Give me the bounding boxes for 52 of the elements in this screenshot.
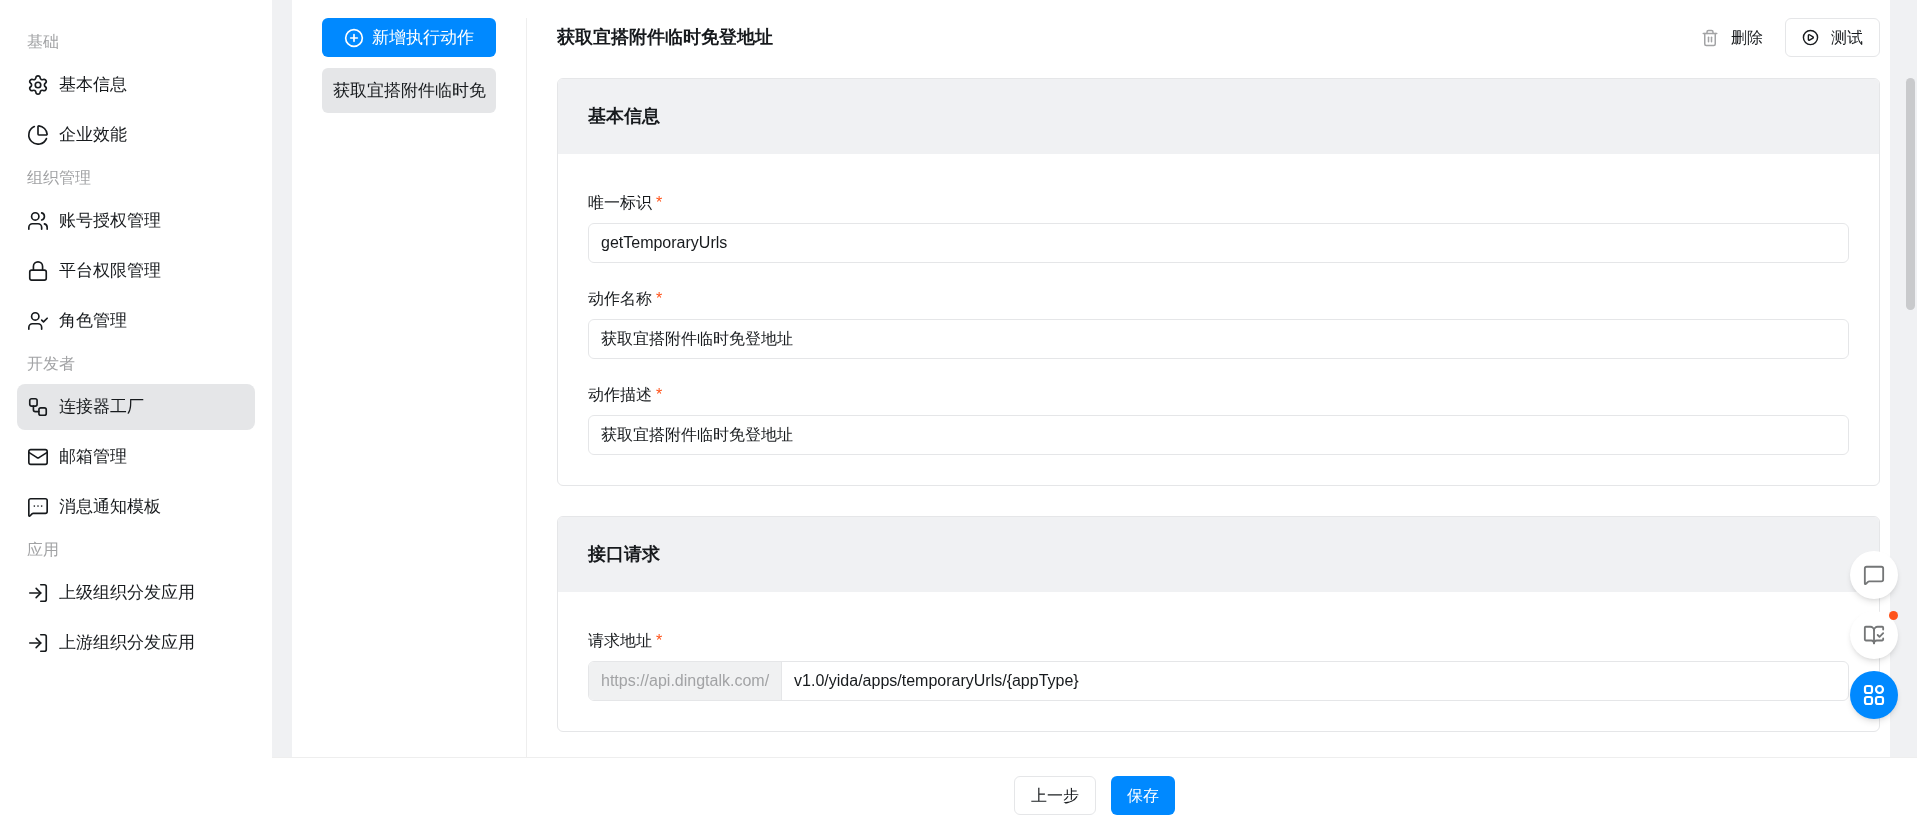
sidebar-item[interactable]: 消息通知模板	[17, 484, 255, 530]
trash-icon	[1701, 28, 1719, 47]
url-prefix: https://api.dingtalk.com/	[589, 662, 783, 700]
input-field[interactable]: v1.0/yida/apps/temporaryUrls/{appType}	[782, 662, 1848, 700]
section-title: 接口请求	[588, 543, 660, 566]
sidebar-item[interactable]: 上级组织分发应用	[17, 570, 255, 616]
sidebar-heading: 基础	[26, 32, 60, 52]
required-mark: *	[656, 193, 663, 213]
field-label: 动作描述	[588, 385, 652, 405]
message-icon	[27, 496, 49, 518]
sidebar-item[interactable]: 企业效能	[17, 112, 255, 158]
chat-icon	[1863, 564, 1885, 586]
sidebar-heading: 组织管理	[26, 168, 92, 188]
sidebar-item[interactable]: 平台权限管理	[17, 248, 255, 294]
sidebar-heading: 开发者	[26, 354, 76, 374]
sidebar-item[interactable]: 账号授权管理	[17, 198, 255, 244]
field-label: 唯一标识	[588, 193, 652, 213]
field-label: 动作名称	[588, 289, 652, 309]
users-icon	[27, 210, 49, 232]
settings-icon	[27, 74, 49, 96]
delete-button[interactable]: 删除	[1701, 25, 1763, 50]
lock-icon	[27, 260, 49, 282]
input-field[interactable]: getTemporaryUrls	[588, 223, 1849, 263]
enter-icon	[27, 582, 49, 604]
action-item[interactable]: 获取宜搭附件临时免	[322, 68, 496, 113]
user-check-icon	[27, 310, 49, 332]
sidebar-item[interactable]: 基本信息	[17, 62, 255, 108]
scrollbar[interactable]	[1906, 78, 1915, 310]
play-icon	[1802, 29, 1819, 46]
required-mark: *	[656, 289, 663, 309]
plus-icon	[344, 27, 364, 48]
sidebar-item[interactable]: 上游组织分发应用	[17, 620, 255, 666]
mail-icon	[27, 446, 49, 468]
sidebar-item[interactable]: 邮箱管理	[17, 434, 255, 480]
apps-icon	[1862, 683, 1886, 707]
sidebar-item[interactable]: 角色管理	[17, 298, 255, 344]
url-field[interactable]: https://api.dingtalk.com/ v1.0/yida/apps/temporaryUrls/{appType}	[588, 661, 1849, 701]
input-field[interactable]: 获取宜搭附件临时免登地址	[588, 415, 1849, 455]
enter-icon	[27, 632, 49, 654]
detail-title: 获取宜搭附件临时免登地址	[557, 26, 773, 49]
book-icon	[1863, 624, 1885, 646]
section-title: 基本信息	[588, 105, 660, 128]
sidebar-heading: 应用	[26, 540, 60, 560]
back-button[interactable]: 上一步	[1014, 776, 1096, 815]
required-mark: *	[656, 631, 663, 651]
required-mark: *	[656, 385, 663, 405]
pie-chart-icon	[27, 124, 49, 146]
test-button[interactable]: 测试	[1785, 18, 1880, 57]
field-label: 请求地址	[588, 631, 652, 651]
connector-icon	[27, 396, 49, 418]
input-field[interactable]: 获取宜搭附件临时免登地址	[588, 319, 1849, 359]
sidebar-item[interactable]: 连接器工厂	[17, 384, 255, 430]
